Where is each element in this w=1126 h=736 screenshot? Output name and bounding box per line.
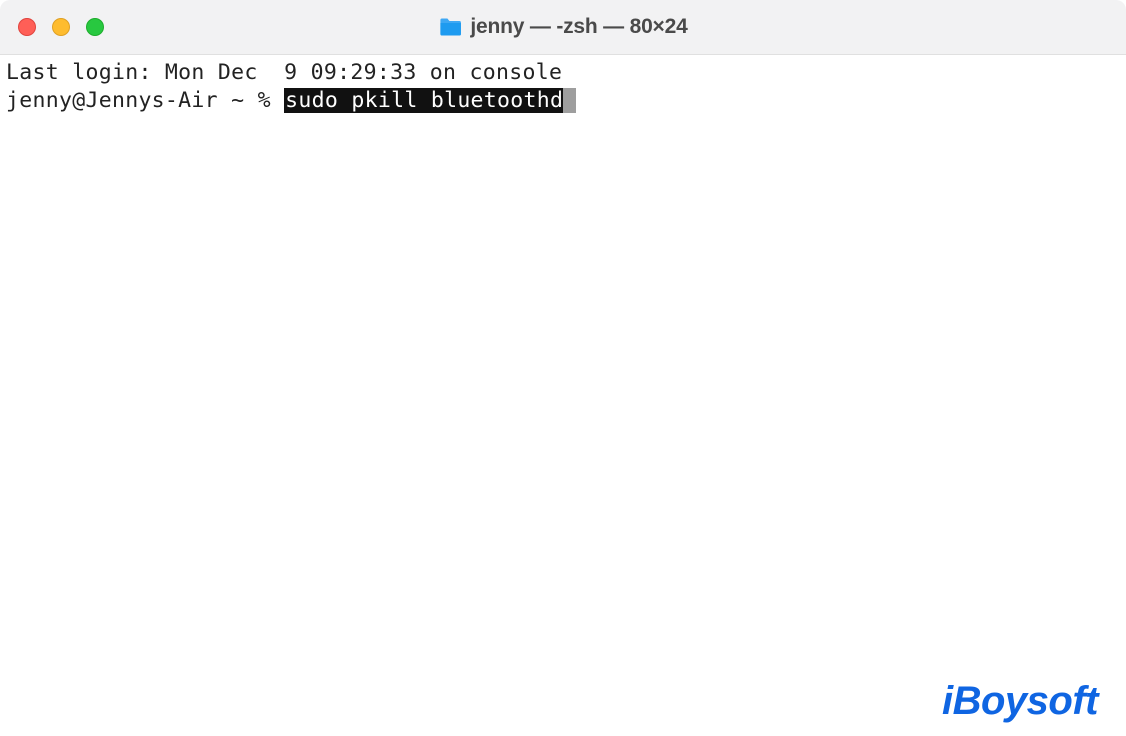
minimize-button[interactable] [52, 18, 70, 36]
terminal-window: jenny — -zsh — 80×24 Last login: Mon Dec… [0, 0, 1126, 736]
last-login-line: Last login: Mon Dec 9 09:29:33 on consol… [6, 59, 1120, 87]
terminal-body[interactable]: Last login: Mon Dec 9 09:29:33 on consol… [0, 55, 1126, 736]
typed-command[interactable]: sudo pkill bluetoothd [284, 88, 564, 113]
shell-prompt: jenny@Jennys-Air ~ % [6, 88, 284, 113]
folder-icon [438, 17, 462, 37]
traffic-lights [18, 18, 104, 36]
window-title: jenny — -zsh — 80×24 [470, 15, 687, 39]
maximize-button[interactable] [86, 18, 104, 36]
watermark-logo: iBoysoft [942, 679, 1098, 724]
window-titlebar[interactable]: jenny — -zsh — 80×24 [0, 0, 1126, 55]
prompt-line: jenny@Jennys-Air ~ % sudo pkill bluetoot… [6, 87, 1120, 115]
close-button[interactable] [18, 18, 36, 36]
cursor [563, 88, 576, 113]
title-container: jenny — -zsh — 80×24 [438, 15, 687, 39]
watermark-text: iBoysoft [942, 679, 1098, 723]
